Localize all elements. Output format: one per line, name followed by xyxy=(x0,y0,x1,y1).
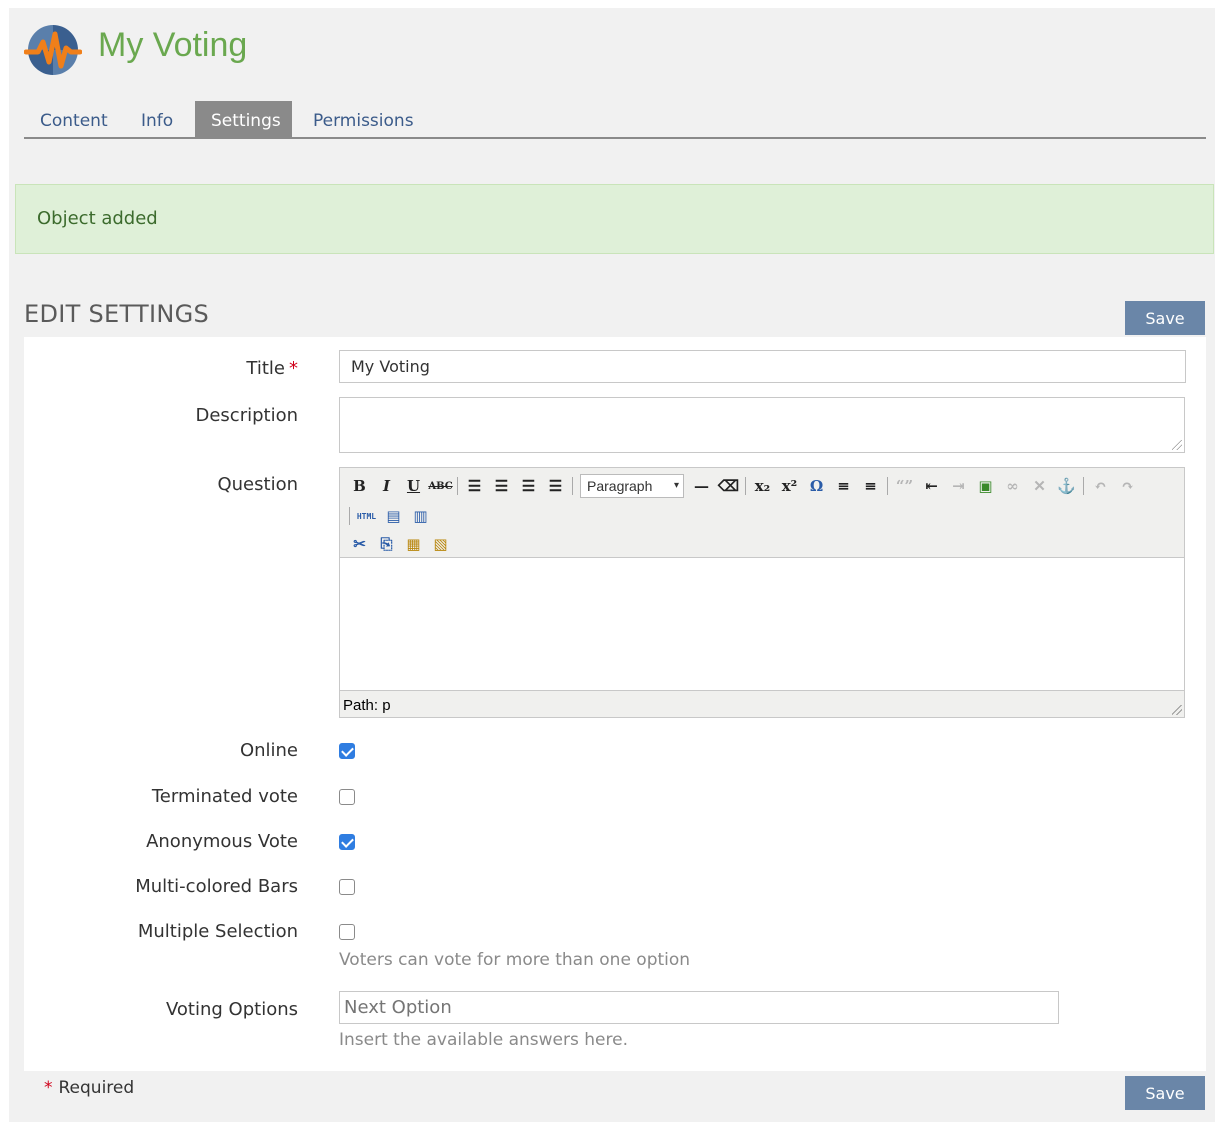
italic-icon[interactable]: I xyxy=(373,477,400,495)
save-button-bottom[interactable]: Save xyxy=(1125,1076,1205,1110)
numbered-list-icon[interactable]: ≡ xyxy=(857,477,884,495)
editor-path: Path: p xyxy=(343,697,391,714)
cut-icon[interactable]: ✂ xyxy=(346,535,373,553)
resize-grip-icon[interactable] xyxy=(1172,705,1182,715)
toolbar-separator xyxy=(572,477,573,495)
editor-toolbar-row-3: ✂ ⎘ ▦ ▧ xyxy=(346,532,454,556)
format-select[interactable]: Paragraph ▾ xyxy=(580,474,684,498)
outdent-icon[interactable]: ⇤ xyxy=(918,477,945,495)
omega-icon[interactable]: Ω xyxy=(803,477,830,495)
resize-grip-icon[interactable] xyxy=(1172,440,1182,450)
superscript-icon[interactable]: x² xyxy=(776,477,803,495)
success-alert: Object added xyxy=(15,184,1214,254)
paste-icon[interactable]: ▦ xyxy=(400,535,427,553)
anonymous-vote-label: Anonymous Vote xyxy=(146,831,298,852)
toolbar-separator xyxy=(887,477,888,495)
multiple-selection-help: Voters can vote for more than one option xyxy=(339,950,691,970)
app-title: My Voting xyxy=(98,26,248,64)
underline-icon[interactable]: U xyxy=(400,477,427,495)
toolbar-separator xyxy=(745,477,746,495)
undo-icon[interactable]: ↶ xyxy=(1087,477,1114,495)
bullet-list-icon[interactable]: ≡ xyxy=(830,477,857,495)
unlink-icon[interactable]: ✕ xyxy=(1026,477,1053,495)
indent-icon[interactable]: ⇥ xyxy=(945,477,972,495)
editor-toolbar-row-2: HTML ▤ ▥ xyxy=(346,504,434,528)
alert-message: Object added xyxy=(37,208,158,229)
align-right-icon[interactable]: ☰ xyxy=(515,477,542,495)
question-label: Question xyxy=(217,474,298,495)
tab-bar: Content Info Settings Permissions xyxy=(24,101,1206,139)
section-title: EDIT SETTINGS xyxy=(24,300,210,328)
subscript-icon[interactable]: x₂ xyxy=(749,477,776,495)
tab-content[interactable]: Content xyxy=(24,101,124,138)
online-label: Online xyxy=(239,740,298,761)
title-input[interactable] xyxy=(339,350,1186,383)
voting-options-help: Insert the available answers here. xyxy=(339,1030,628,1050)
align-center-icon[interactable]: ☰ xyxy=(488,477,515,495)
terminated-vote-label: Terminated vote xyxy=(151,786,298,807)
multi-colored-bars-label: Multi-colored Bars xyxy=(135,876,298,897)
fullscreen-icon[interactable]: ▤ xyxy=(380,507,407,525)
app-logo-icon xyxy=(24,25,82,75)
toolbar-separator xyxy=(1083,477,1084,495)
terminated-vote-checkbox[interactable] xyxy=(339,789,355,805)
voting-options-label: Voting Options xyxy=(166,999,298,1020)
required-star: * xyxy=(289,358,298,379)
paste-text-icon[interactable]: ▧ xyxy=(427,535,454,553)
required-note: * Required xyxy=(44,1078,135,1098)
online-checkbox[interactable] xyxy=(339,743,355,759)
link-icon[interactable]: ∞ xyxy=(999,477,1026,495)
image-icon[interactable]: ▣ xyxy=(972,477,999,495)
editor-content-area[interactable] xyxy=(340,557,1184,691)
title-label: Title * xyxy=(246,358,298,379)
html-source-icon[interactable]: HTML xyxy=(353,512,380,521)
chevron-down-icon: ▾ xyxy=(673,480,679,491)
blockquote-icon[interactable]: “” xyxy=(891,477,918,495)
horizontal-rule-icon[interactable]: — xyxy=(688,477,715,495)
rich-text-editor: B I U ABC ☰ ☰ ☰ ☰ Paragraph ▾ — ⌫ x₂ x² Ω… xyxy=(339,467,1185,718)
toolbar-separator xyxy=(349,507,350,525)
tab-permissions[interactable]: Permissions xyxy=(297,101,430,138)
tab-info[interactable]: Info xyxy=(125,101,189,138)
paste-word-icon[interactable]: ▥ xyxy=(407,507,434,525)
description-label: Description xyxy=(195,405,298,426)
eraser-icon[interactable]: ⌫ xyxy=(715,477,742,495)
save-button-top[interactable]: Save xyxy=(1125,301,1205,335)
redo-icon[interactable]: ↷ xyxy=(1114,477,1141,495)
editor-toolbar-row-1: B I U ABC ☰ ☰ ☰ ☰ Paragraph ▾ — ⌫ x₂ x² Ω… xyxy=(346,474,1141,498)
multiple-selection-checkbox[interactable] xyxy=(339,924,355,940)
copy-icon[interactable]: ⎘ xyxy=(373,535,400,553)
bold-icon[interactable]: B xyxy=(346,477,373,495)
toolbar-separator xyxy=(457,477,458,495)
multi-colored-bars-checkbox[interactable] xyxy=(339,879,355,895)
align-left-icon[interactable]: ☰ xyxy=(461,477,488,495)
voting-option-input[interactable] xyxy=(339,991,1059,1024)
align-justify-icon[interactable]: ☰ xyxy=(542,477,569,495)
anchor-icon[interactable]: ⚓ xyxy=(1053,477,1080,495)
strikethrough-icon[interactable]: ABC xyxy=(427,481,454,492)
multiple-selection-label: Multiple Selection xyxy=(137,921,298,942)
required-star: * xyxy=(44,1078,53,1098)
description-textarea[interactable] xyxy=(339,397,1185,453)
anonymous-vote-checkbox[interactable] xyxy=(339,834,355,850)
tab-settings[interactable]: Settings xyxy=(195,101,292,138)
